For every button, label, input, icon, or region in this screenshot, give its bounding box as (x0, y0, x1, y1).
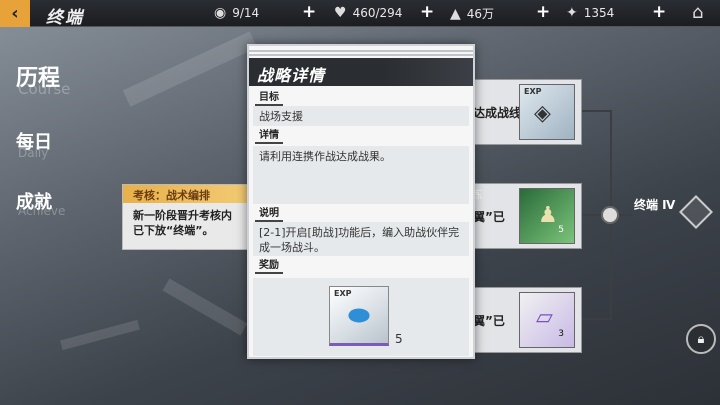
assessment-card[interactable]: 考核：战术编排 新一阶段晋升考核内 已下放“终端”。 (122, 184, 257, 250)
terminal-label: 终端 Ⅳ (634, 198, 676, 212)
resource-heart: ♥ 460/294 (334, 5, 402, 21)
stage-node-2[interactable]: 练 翼”已 ♟ 5 (466, 183, 582, 249)
stage-node-1[interactable]: 达成战线 EXP ◈ (466, 79, 582, 145)
connector (619, 214, 633, 216)
reward-count: 5 (395, 332, 403, 346)
add-star-button[interactable]: + (652, 2, 666, 22)
star-badge-icon: ✦ (566, 5, 578, 21)
top-bar: ‹ 终端 ◉ 9/14 + ♥ 460/294 + ▲ 46万 + ✦ 1354… (0, 0, 720, 28)
hub-node (601, 206, 619, 224)
stage-node-3[interactable]: 翼”已 ▱ 3 (466, 287, 582, 353)
back-button[interactable]: ‹ (0, 0, 30, 27)
capsule-icon: ⬬ (347, 301, 371, 331)
target-value: 战场支援 (253, 106, 469, 126)
detail-value: 请利用连携作战达成战果。 (253, 146, 469, 204)
lock-button[interactable]: 🔒︎ (686, 324, 716, 354)
bg-shard (162, 278, 248, 336)
document-icon: ▱ (536, 305, 553, 330)
add-heart-button[interactable]: + (420, 2, 434, 22)
resource-value: 460/294 (352, 6, 403, 20)
exp-capsule-thumbnail: EXP ◈ (519, 84, 575, 140)
reward-label: 奖励 (255, 260, 283, 274)
heart-icon: ♥ (334, 5, 347, 21)
reward-thumbnail: ▱ 3 (519, 292, 575, 348)
resource-triangle: ▲ 46万 (450, 5, 494, 22)
connector (582, 214, 602, 216)
assessment-body: 新一阶段晋升考核内 已下放“终端”。 (133, 209, 232, 237)
node-text: 达成战线 (473, 106, 522, 120)
page-title: 终端 (46, 8, 84, 28)
sidebar-item-sub: Achieve (18, 204, 66, 218)
home-button[interactable]: ⌂ (692, 2, 703, 23)
home-icon: ⌂ (692, 2, 704, 23)
reward-box: EXP ⬬ 5 (253, 278, 469, 356)
modal-title: 战略详情 (249, 58, 473, 86)
triangle-warning-icon: ▲ (450, 5, 461, 22)
lock-icon: 🔒︎ (697, 331, 705, 347)
target-label: 目标 (255, 92, 283, 106)
resource-star: ✦ 1354 (566, 5, 614, 21)
modal-stripe (249, 50, 473, 52)
add-eye-button[interactable]: + (302, 2, 316, 22)
node-count: 3 (558, 329, 564, 339)
node-text: 翼”已 (473, 210, 505, 224)
note-value: [2-1]开启[助战]功能后，编入助战伙伴完成一场战斗。 (253, 222, 469, 256)
add-triangle-button[interactable]: + (536, 2, 550, 22)
bg-shard (122, 31, 258, 107)
node-count: 5 (558, 225, 564, 235)
reward-thumbnail: ♟ 5 (519, 188, 575, 244)
reward-item-label: EXP (334, 289, 352, 298)
detail-label: 详情 (255, 130, 283, 144)
eye-icon: ◉ (214, 5, 227, 21)
reward-item[interactable]: EXP ⬬ (329, 286, 389, 346)
connector (582, 110, 612, 112)
sidebar-item-sub: Course (18, 80, 71, 98)
modal-stripe (249, 54, 473, 56)
resource-value: 9/14 (232, 6, 260, 20)
bg-shard (60, 319, 140, 351)
sidebar-item-daily[interactable]: 每日 Daily (16, 128, 52, 160)
sidebar-item-achieve[interactable]: 成就 Achieve (16, 188, 65, 218)
chevron-left-icon: ‹ (11, 3, 19, 24)
capsule-icon: ◈ (534, 101, 551, 126)
sidebar-item-course[interactable]: 历程 Course (16, 60, 70, 98)
thumb-label: EXP (524, 87, 542, 96)
strategy-detail-modal: 战略详情 目标 战场支援 详情 请利用连携作战达成战果。 说明 [2-1]开启[… (247, 44, 475, 359)
resource-value: 46万 (466, 7, 495, 21)
connector (582, 318, 612, 320)
resource-eye: ◉ 9/14 (214, 5, 259, 21)
resource-value: 1354 (583, 6, 615, 20)
chess-piece-icon: ♟ (538, 203, 558, 228)
sidebar-item-sub: Daily (18, 146, 49, 160)
note-label: 说明 (255, 208, 283, 222)
node-text: 翼”已 (473, 314, 505, 328)
assessment-header: 考核：战术编排 (123, 185, 256, 203)
